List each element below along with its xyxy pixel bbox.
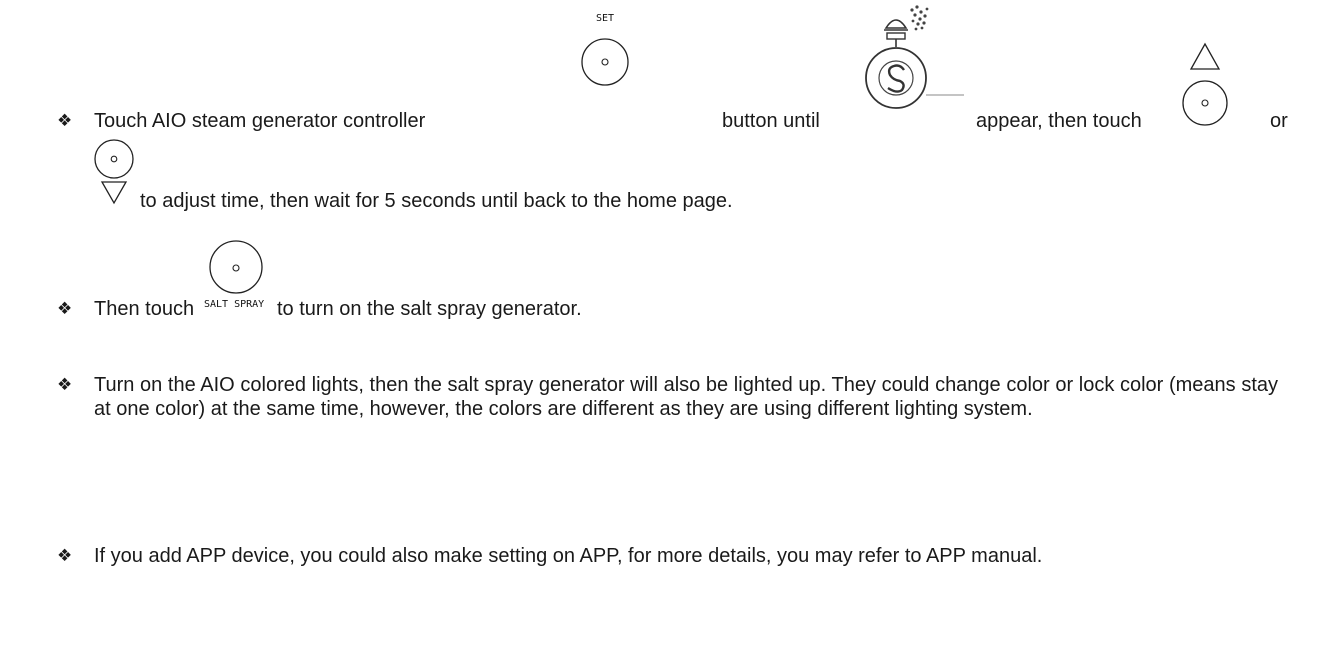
- salt-spray-symbol-icon: [860, 0, 970, 110]
- step-1-text-e: to adjust time, then wait for 5 seconds …: [140, 190, 733, 212]
- step-1-text-d: or: [1270, 110, 1288, 132]
- up-button-icon: [1180, 42, 1230, 132]
- down-button-icon: [92, 139, 136, 205]
- step-2-text-a: Then touch: [94, 298, 195, 320]
- step-3-text: Turn on the AIO colored lights, then the…: [94, 374, 1278, 420]
- salt-spray-label: SALT SPRAY: [204, 299, 265, 310]
- step-4-text: If you add APP device, you could also ma…: [94, 545, 1043, 567]
- bullet-marker: ❖: [57, 111, 73, 130]
- step-1-text-b: button until: [722, 110, 820, 132]
- bullet-marker: ❖: [57, 299, 73, 318]
- step-1-text-c: appear, then touch: [976, 110, 1142, 132]
- set-button-icon: [580, 37, 630, 87]
- step-2-text-b: to turn on the salt spray generator.: [277, 298, 582, 320]
- bullet-marker: ❖: [57, 546, 73, 565]
- set-label: SET: [596, 13, 615, 24]
- bullet-marker: ❖: [57, 375, 73, 394]
- salt-spray-button-icon: [208, 239, 264, 295]
- step-1-text-a: Touch AIO steam generator controller: [94, 110, 426, 132]
